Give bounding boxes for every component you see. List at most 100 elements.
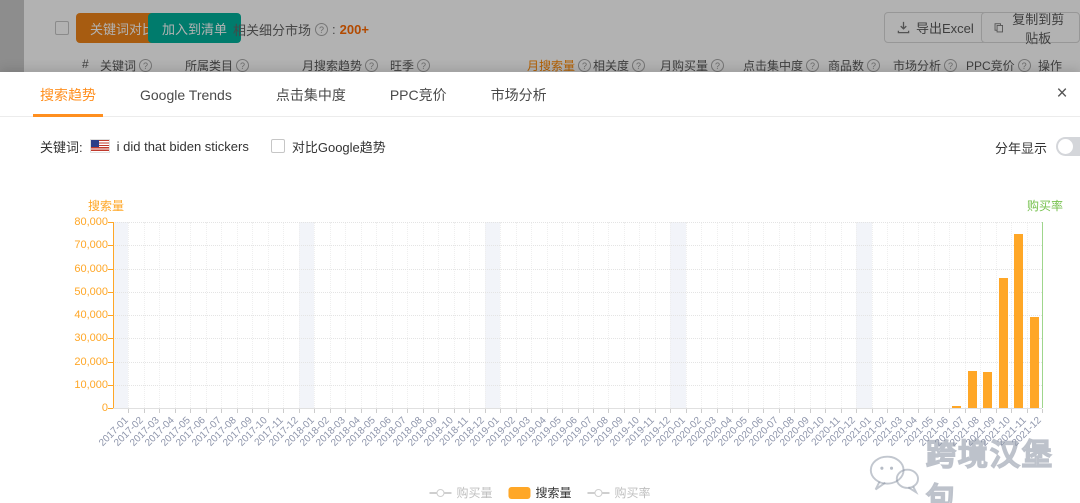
trend-panel: 搜索趋势 Google Trends 点击集中度 PPC竞价 市场分析 × 关键词: i…	[0, 72, 1080, 503]
gridline	[113, 361, 1042, 363]
search-volume-bar-2021-11	[1014, 233, 1024, 408]
x-tick	[608, 409, 610, 413]
y-tick	[108, 361, 113, 363]
y-tick-label: 80,000	[74, 216, 108, 228]
x-tick	[840, 409, 842, 413]
y-tick-label: 20,000	[74, 355, 108, 368]
y-tick-label: 50,000	[74, 285, 108, 298]
x-tick	[221, 409, 223, 413]
x-tick	[778, 409, 780, 413]
x-tick	[1042, 409, 1043, 413]
y-tick-label: 60,000	[74, 262, 108, 275]
x-tick	[871, 409, 873, 413]
x-tick	[964, 409, 966, 413]
yearly-display-label: 分年显示	[995, 141, 1048, 156]
gridline	[113, 338, 1042, 340]
x-tick	[391, 409, 393, 413]
gridline	[113, 291, 1042, 293]
x-tick	[1026, 409, 1028, 413]
x-tick	[887, 409, 889, 413]
chart-legend: 购买量 搜索量 购买率	[429, 484, 651, 501]
x-tick	[747, 409, 749, 413]
x-tick	[484, 409, 486, 413]
x-tick	[236, 409, 238, 413]
keyword-row-right: 分年显示	[0, 135, 1080, 157]
x-tick	[623, 409, 625, 413]
screen: 关键词对比 加入到清单 相关细分市场 ? : 200+ 导出Excel 复制到剪…	[0, 0, 1080, 503]
x-tick	[809, 409, 811, 413]
bar-swatch-icon	[508, 486, 531, 499]
right-axis-title: 购买率	[1027, 199, 1064, 213]
y-tick-label: 10,000	[74, 378, 108, 391]
legend-item-购买量[interactable]: 购买量	[429, 484, 492, 501]
gridline	[113, 222, 1042, 223]
x-tick	[174, 409, 176, 413]
tab-5[interactable]: 市场分析	[491, 72, 547, 117]
plot-area	[113, 222, 1042, 408]
x-tick	[546, 409, 548, 413]
close-icon[interactable]: ×	[1050, 82, 1074, 106]
x-tick	[856, 409, 858, 413]
gridline	[113, 315, 1042, 316]
x-tick	[298, 409, 300, 413]
yearly-display-toggle[interactable]	[1056, 137, 1080, 156]
y-tick	[108, 268, 113, 270]
x-tick	[360, 409, 362, 413]
x-tick	[577, 409, 579, 413]
line-marker-icon	[429, 488, 452, 497]
x-tick	[143, 409, 145, 413]
x-tick	[314, 409, 316, 413]
x-tick	[376, 409, 378, 413]
x-tick	[732, 409, 734, 413]
x-tick	[701, 409, 703, 413]
x-tick	[190, 409, 192, 413]
x-tick	[685, 409, 687, 413]
search-volume-bar-2021-12	[1029, 317, 1039, 408]
x-tick	[453, 409, 455, 413]
x-tick	[980, 409, 982, 413]
y-tick	[108, 315, 113, 316]
x-tick	[902, 409, 904, 413]
y-tick	[108, 222, 113, 223]
x-tick	[438, 409, 440, 413]
x-tick	[639, 409, 641, 413]
search-volume-bar-2021-09	[983, 372, 993, 408]
legend-item-搜索量[interactable]: 搜索量	[508, 484, 572, 501]
gridline	[113, 245, 1042, 247]
x-tick	[592, 409, 594, 413]
x-tick	[918, 409, 920, 413]
x-tick	[159, 409, 161, 413]
y-tick	[108, 291, 113, 293]
gridline	[113, 384, 1042, 386]
x-tick	[654, 409, 656, 413]
tab-bar: 搜索趋势 Google Trends 点击集中度 PPC竞价 市场分析 ×	[0, 72, 1080, 117]
x-tick	[995, 409, 997, 413]
x-tick	[933, 409, 935, 413]
x-tick	[345, 409, 347, 413]
x-tick	[407, 409, 409, 413]
x-tick	[949, 409, 951, 413]
legend-item-购买率[interactable]: 购买率	[587, 484, 651, 501]
gridline	[113, 268, 1042, 270]
x-tick	[794, 409, 796, 413]
x-tick	[562, 409, 564, 413]
left-axis-title: 搜索量	[88, 199, 125, 213]
tab-4[interactable]: PPC竞价	[390, 72, 447, 117]
tab-3[interactable]: 点击集中度	[276, 72, 346, 117]
x-tick	[825, 409, 827, 413]
left-y-axis	[113, 222, 114, 408]
x-tick	[252, 409, 254, 413]
x-tick	[267, 409, 269, 413]
x-tick	[469, 409, 471, 413]
line-marker-icon	[587, 488, 610, 497]
tab-2[interactable]: Google Trends	[140, 72, 232, 117]
x-tick	[329, 409, 331, 413]
y-tick-label: 70,000	[74, 239, 108, 252]
y-tick	[108, 408, 113, 409]
x-tick	[422, 409, 424, 413]
y-tick	[108, 245, 113, 247]
x-tick	[531, 409, 533, 413]
x-tick	[763, 409, 765, 413]
tab-1[interactable]: 搜索趋势	[33, 72, 103, 117]
x-tick	[716, 409, 718, 413]
